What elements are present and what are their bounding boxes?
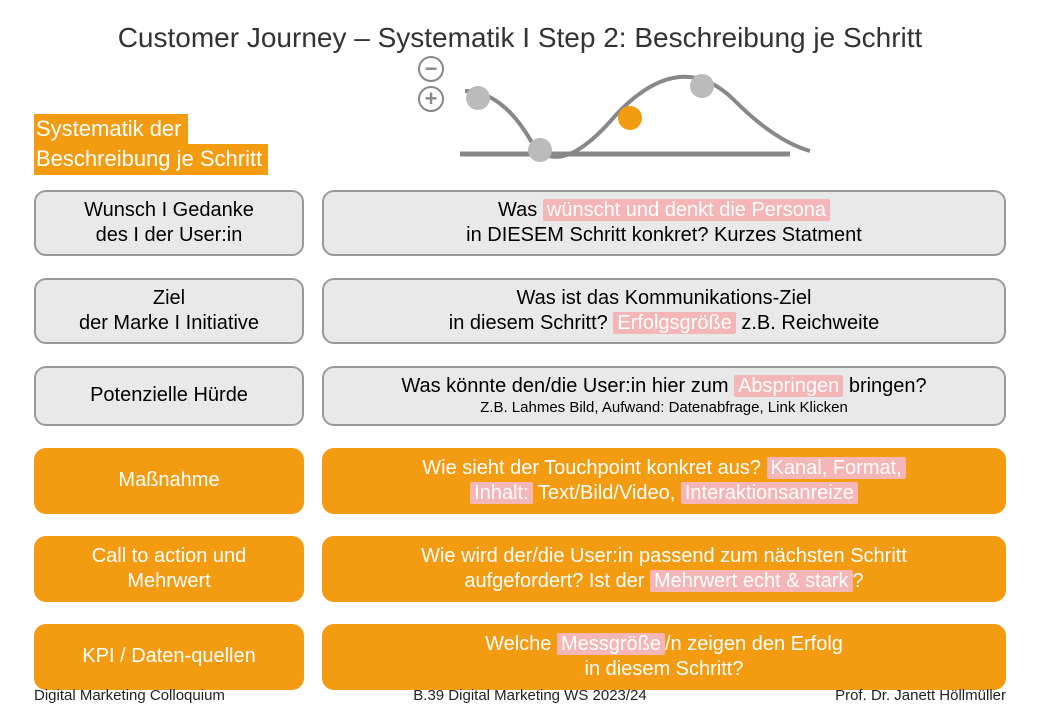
journey-curve: − + [420, 56, 830, 166]
highlight: Kanal, Format, [767, 457, 906, 479]
text: Wie sieht der Touchpoint konkret aus? [422, 457, 766, 479]
footer: Digital Marketing Colloquium B.39 Digita… [34, 687, 1006, 704]
desc-kpi: Welche Messgröße/n zeigen den Erfolg in … [322, 624, 1006, 690]
row-huerde: Potenzielle Hürde Was könnte den/die Use… [34, 366, 1006, 426]
text: z.B. Reichweite [736, 312, 879, 334]
text: ? [853, 570, 864, 592]
subtitle-line-2: Beschreibung je Schritt [34, 144, 268, 174]
desc-line: Welche Messgröße/n zeigen den Erfolg [334, 632, 994, 657]
desc-cta: Wie wird der/die User:in passend zum näc… [322, 536, 1006, 602]
label-text: des I der User:in [46, 223, 292, 248]
footer-right: Prof. Dr. Janett Höllmüller [835, 687, 1006, 704]
curve-dot-1 [466, 86, 490, 110]
text: bringen? [843, 375, 926, 397]
desc-line: Wie sieht der Touchpoint konkret aus? Ka… [334, 456, 994, 481]
desc-ziel: Was ist das Kommunikations-Ziel in diese… [322, 278, 1006, 344]
label-text: der Marke I Initiative [46, 311, 292, 336]
desc-line: aufgefordert? Ist der Mehrwert echt & st… [334, 569, 994, 594]
desc-line: in diesem Schritt? [334, 657, 994, 682]
label-text: Maßnahme [46, 468, 292, 493]
plus-minus-icons: − + [418, 56, 444, 116]
highlight: Messgröße [557, 633, 665, 655]
curve-dot-4 [690, 74, 714, 98]
highlight: Inhalt: [470, 482, 532, 504]
text: Welche [485, 633, 557, 655]
desc-line-small: Z.B. Lahmes Bild, Aufwand: Datenabfrage,… [334, 399, 994, 418]
desc-line: Was könnte den/die User:in hier zum Absp… [334, 374, 994, 399]
subtitle-line-1: Systematik der [34, 114, 188, 144]
desc-line: Was wünscht und denkt die Persona [334, 198, 994, 223]
highlight: wünscht und denkt die Persona [543, 199, 830, 221]
label-cta: Call to action und Mehrwert [34, 536, 304, 602]
label-text: Wunsch I Gedanke [46, 198, 292, 223]
text: aufgefordert? Ist der [464, 570, 650, 592]
curve-dot-highlight [618, 106, 642, 130]
label-massnahme: Maßnahme [34, 448, 304, 514]
label-wunsch: Wunsch I Gedanke des I der User:in [34, 190, 304, 256]
label-kpi: KPI / Daten-quellen [34, 624, 304, 690]
desc-line: Inhalt: Text/Bild/Video, Interaktionsanr… [334, 481, 994, 506]
desc-massnahme: Wie sieht der Touchpoint konkret aus? Ka… [322, 448, 1006, 514]
label-text: Potenzielle Hürde [46, 383, 292, 408]
subtitle-block: Systematik der Beschreibung je Schritt [34, 114, 268, 175]
row-wunsch: Wunsch I Gedanke des I der User:in Was w… [34, 190, 1006, 256]
desc-line: Wie wird der/die User:in passend zum näc… [334, 544, 994, 569]
curve-svg [420, 56, 830, 166]
row-ziel: Ziel der Marke I Initiative Was ist das … [34, 278, 1006, 344]
label-ziel: Ziel der Marke I Initiative [34, 278, 304, 344]
slide-title: Customer Journey – Systematik I Step 2: … [0, 0, 1040, 62]
text: /n zeigen den Erfolg [665, 633, 843, 655]
highlight: Interaktionsanreize [681, 482, 858, 504]
desc-line: in DIESEM Schritt konkret? Kurzes Statme… [334, 223, 994, 248]
highlight: Abspringen [734, 375, 843, 397]
label-text: Ziel [46, 286, 292, 311]
plus-icon: + [418, 86, 444, 112]
minus-icon: − [418, 56, 444, 82]
desc-line: Was ist das Kommunikations-Ziel [334, 286, 994, 311]
text: in diesem Schritt? [449, 312, 614, 334]
label-text: KPI / Daten-quellen [46, 644, 292, 669]
curve-dot-2 [528, 138, 552, 162]
text: Was [498, 199, 543, 221]
rows-container: Wunsch I Gedanke des I der User:in Was w… [34, 190, 1006, 712]
footer-center: B.39 Digital Marketing WS 2023/24 [413, 687, 646, 704]
row-kpi: KPI / Daten-quellen Welche Messgröße/n z… [34, 624, 1006, 690]
label-text: Mehrwert [46, 569, 292, 594]
label-huerde: Potenzielle Hürde [34, 366, 304, 426]
desc-wunsch: Was wünscht und denkt die Persona in DIE… [322, 190, 1006, 256]
text: Text/Bild/Video, [533, 482, 681, 504]
desc-line: in diesem Schritt? Erfolgsgröße z.B. Rei… [334, 311, 994, 336]
text: Was könnte den/die User:in hier zum [401, 375, 734, 397]
highlight: Mehrwert echt & stark [650, 570, 853, 592]
highlight: Erfolgsgröße [613, 312, 736, 334]
desc-huerde: Was könnte den/die User:in hier zum Absp… [322, 366, 1006, 426]
label-text: Call to action und [46, 544, 292, 569]
footer-left: Digital Marketing Colloquium [34, 687, 225, 704]
row-cta: Call to action und Mehrwert Wie wird der… [34, 536, 1006, 602]
row-massnahme: Maßnahme Wie sieht der Touchpoint konkre… [34, 448, 1006, 514]
